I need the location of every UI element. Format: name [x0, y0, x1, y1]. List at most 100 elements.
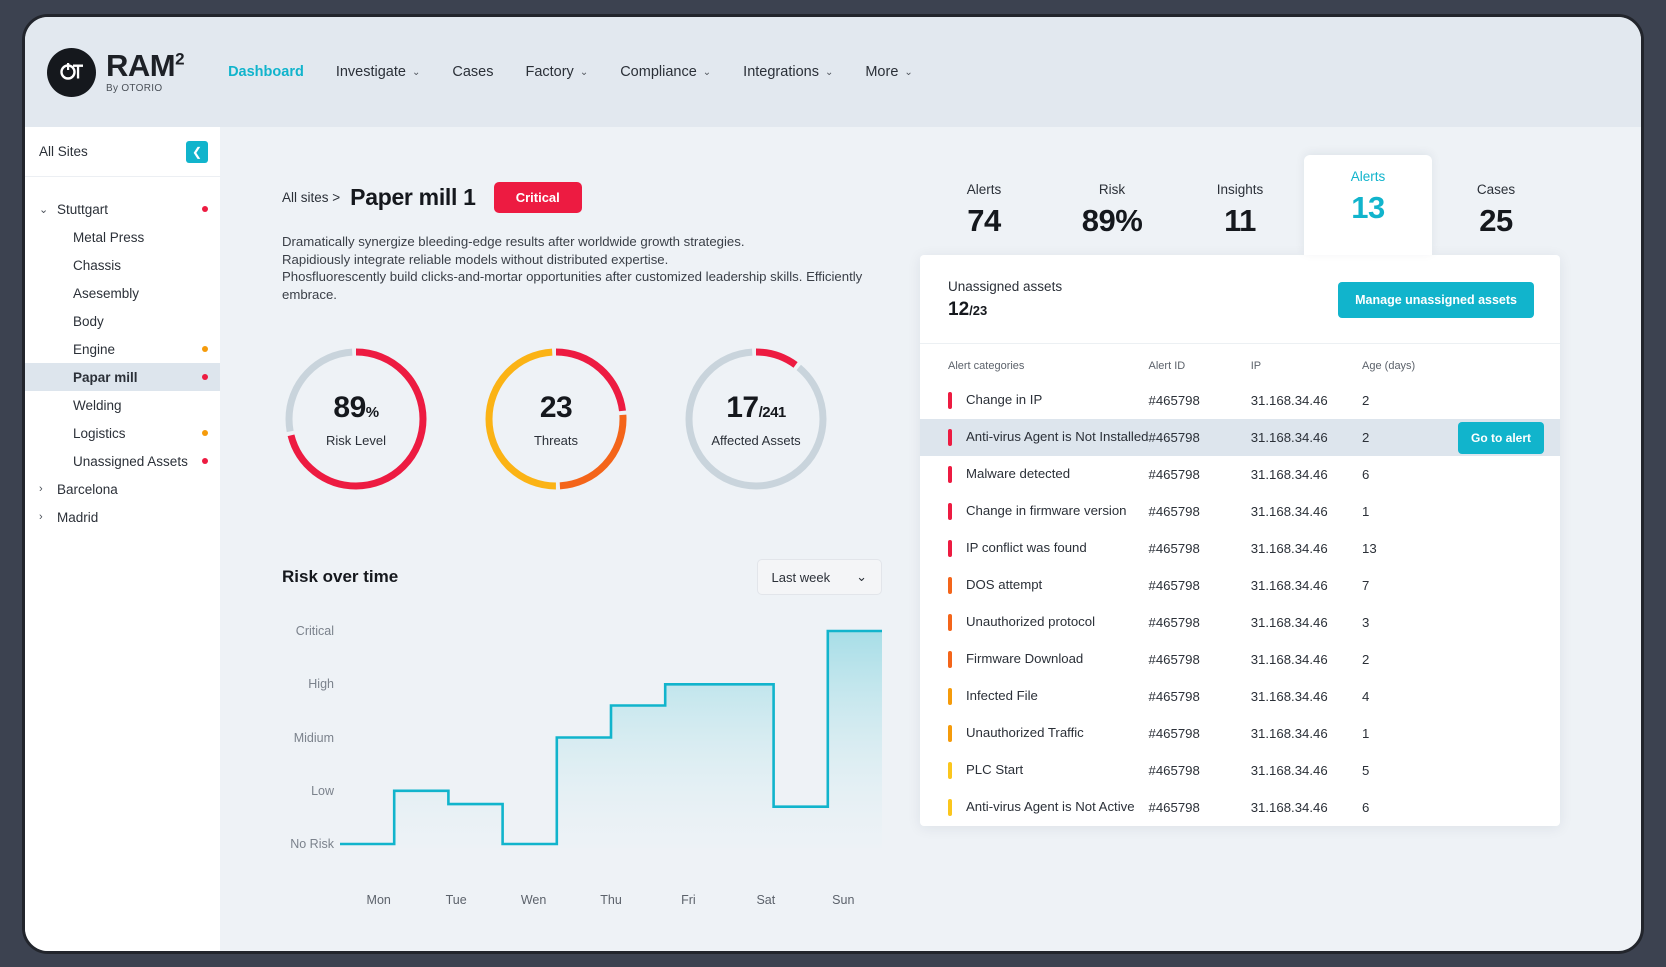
- chevron-down-icon: ⌄: [411, 66, 421, 78]
- manage-unassigned-assets-button[interactable]: Manage unassigned assets: [1338, 282, 1534, 318]
- nav-item-integrations[interactable]: Integrations ⌄: [743, 64, 833, 80]
- cell-age-days: 2: [1362, 430, 1370, 446]
- app-window: RAM2 By OTORIO Dashboard Investigate ⌄ Case…: [22, 14, 1644, 954]
- table-row[interactable]: PLC Start #465798 31.168.34.46 5: [920, 752, 1560, 789]
- kpi-label: Risk: [1098, 182, 1126, 197]
- x-axis-tick-label: Thu: [600, 893, 622, 908]
- x-axis-tick-label: Fri: [681, 893, 696, 908]
- site-tree: ⌄ Stuttgart Metal Press Chassis Asesembly Bod…: [25, 177, 220, 531]
- sidebar-item-engine[interactable]: Engine: [25, 335, 220, 363]
- breadcrumb[interactable]: All sites >: [282, 190, 340, 205]
- kpi-value: 89%: [1081, 203, 1143, 238]
- cell-alert-id: #465798: [1148, 541, 1200, 557]
- column-header-age-days[interactable]: Age (days): [1362, 344, 1470, 382]
- status-dot: [202, 374, 208, 380]
- time-range-select[interactable]: Last week ⌄: [756, 559, 882, 596]
- nav-item-cases[interactable]: Cases: [452, 64, 493, 80]
- severity-indicator: [948, 466, 952, 484]
- status-dot: [202, 458, 208, 464]
- y-axis-tick-label: Low: [311, 783, 334, 798]
- table-row[interactable]: DOS attempt #465798 31.168.34.46 7: [920, 567, 1560, 604]
- cell-actions: [1470, 382, 1560, 419]
- nav-item-dashboard[interactable]: Dashboard: [228, 64, 304, 80]
- cell-alert-category: Firmware Download: [920, 641, 1149, 678]
- cell-ip: 31.168.34.46: [1250, 430, 1328, 446]
- donut-label: Threats: [533, 432, 579, 448]
- page-header: All sites > Paper mill 1 Critical: [282, 182, 882, 213]
- risk-chart-title: Risk over time: [282, 567, 399, 587]
- table-row[interactable]: Anti-virus Agent is Not Installed #465798…: [920, 419, 1560, 457]
- sidebar-item-metal-press[interactable]: Metal Press: [25, 223, 220, 251]
- go-to-alert-button[interactable]: Go to alert: [1457, 421, 1544, 454]
- donut-affected-assets: 17/241 Affected Assets: [682, 345, 830, 493]
- chevron-left-icon[interactable]: ❮: [186, 140, 208, 163]
- cell-alert-id: #465798: [1148, 689, 1200, 705]
- cell-age-days: 7: [1362, 578, 1370, 594]
- cell-alert-category: IP conflict was found: [920, 530, 1149, 567]
- unassigned-total: /23: [969, 303, 988, 318]
- chevron-down-icon: ⌄: [824, 66, 834, 78]
- cell-alert-category: Change in IP: [920, 382, 1149, 419]
- cell-actions: [1470, 678, 1560, 715]
- donut-value: 89%: [333, 390, 379, 424]
- table-row[interactable]: Malware detected #465798 31.168.34.46 6: [920, 456, 1560, 493]
- sidebar-item-stuttgart[interactable]: ⌄ Stuttgart: [25, 195, 220, 223]
- sidebar: All Sites ❮ ⌄ Stuttgart Metal Press Chassis…: [25, 127, 220, 951]
- cell-ip: 31.168.34.46: [1250, 541, 1328, 557]
- chevron-down-icon[interactable]: ⌄: [39, 203, 49, 216]
- nav-item-label: More: [865, 64, 899, 80]
- sidebar-item-body[interactable]: Body: [25, 307, 220, 335]
- sidebar-item-unassigned-assets[interactable]: Unassigned Assets: [25, 447, 220, 475]
- nav-item-more[interactable]: More ⌄: [865, 64, 912, 80]
- column-header-ip[interactable]: IP: [1251, 344, 1362, 382]
- table-row[interactable]: Unauthorized Traffic #465798 31.168.34.46 1: [920, 715, 1560, 752]
- brand-logo[interactable]: RAM2 By OTORIO: [47, 47, 185, 97]
- cell-ip: 31.168.34.46: [1250, 504, 1328, 520]
- cell-actions: [1470, 715, 1560, 752]
- sidebar-item-welding[interactable]: Welding: [25, 391, 220, 419]
- sidebar-item-chassis[interactable]: Chassis: [25, 251, 220, 279]
- table-row[interactable]: Change in firmware version #465798 31.168.…: [920, 493, 1560, 530]
- table-row[interactable]: Change in IP #465798 31.168.34.46 2: [920, 382, 1560, 419]
- status-dot: [202, 430, 208, 436]
- kpi-tab-alerts-3[interactable]: Alerts 13: [1304, 155, 1432, 255]
- chevron-right-icon[interactable]: ›: [39, 483, 49, 495]
- kpi-tab-alerts-0[interactable]: Alerts 74: [920, 168, 1048, 255]
- kpi-label: Alerts: [966, 182, 1002, 197]
- sidebar-item-barcelona[interactable]: › Barcelona: [25, 475, 220, 503]
- table-row[interactable]: Unauthorized protocol #465798 31.168.34.46…: [920, 604, 1560, 641]
- nav-item-factory[interactable]: Factory ⌄: [525, 64, 588, 80]
- nav-item-label: Integrations: [743, 64, 819, 80]
- y-axis-tick-label: Critical: [295, 624, 334, 639]
- severity-indicator: [948, 799, 952, 817]
- nav-item-compliance[interactable]: Compliance ⌄: [620, 64, 711, 80]
- x-axis-tick-label: Sun: [832, 893, 855, 908]
- table-row[interactable]: Anti-virus Agent is Not Active #465798 31.…: [920, 789, 1560, 826]
- column-header-alert-categories[interactable]: Alert categories: [920, 344, 1149, 382]
- chevron-down-icon: ⌄: [904, 66, 913, 78]
- x-axis-tick-label: Wen: [520, 893, 547, 908]
- kpi-tab-strip: Alerts 74 Risk 89% Insights 11 Alerts 13 Cases 25: [920, 155, 1560, 255]
- nav-item-label: Factory: [525, 64, 574, 80]
- sidebar-item-label: Metal Press: [73, 229, 145, 245]
- donut-value-suffix: /241: [758, 403, 787, 421]
- severity-indicator: [948, 725, 952, 743]
- sidebar-item-label: Unassigned Assets: [73, 453, 188, 469]
- sidebar-item-madrid[interactable]: › Madrid: [25, 503, 220, 531]
- cell-alert-category: Infected File: [920, 678, 1149, 715]
- chevron-right-icon[interactable]: ›: [39, 511, 49, 523]
- table-row[interactable]: Firmware Download #465798 31.168.34.46 2: [920, 641, 1560, 678]
- column-header-alert-id[interactable]: Alert ID: [1149, 344, 1251, 382]
- sidebar-item-logistics[interactable]: Logistics: [25, 419, 220, 447]
- kpi-value: 13: [1351, 190, 1385, 225]
- table-row[interactable]: Infected File #465798 31.168.34.46 4: [920, 678, 1560, 715]
- table-row[interactable]: IP conflict was found #465798 31.168.34.46…: [920, 530, 1560, 567]
- kpi-tab-insights-2[interactable]: Insights 11: [1176, 168, 1304, 255]
- y-axis-tick-label: No Risk: [290, 837, 334, 852]
- kpi-tab-cases-4[interactable]: Cases 25: [1432, 168, 1560, 255]
- kpi-tab-risk-1[interactable]: Risk 89%: [1048, 168, 1176, 255]
- cell-age-days: 4: [1362, 689, 1370, 705]
- nav-item-investigate[interactable]: Investigate ⌄: [336, 64, 421, 80]
- sidebar-item-papar-mill[interactable]: Papar mill: [25, 363, 220, 391]
- sidebar-item-asesembly[interactable]: Asesembly: [25, 279, 220, 307]
